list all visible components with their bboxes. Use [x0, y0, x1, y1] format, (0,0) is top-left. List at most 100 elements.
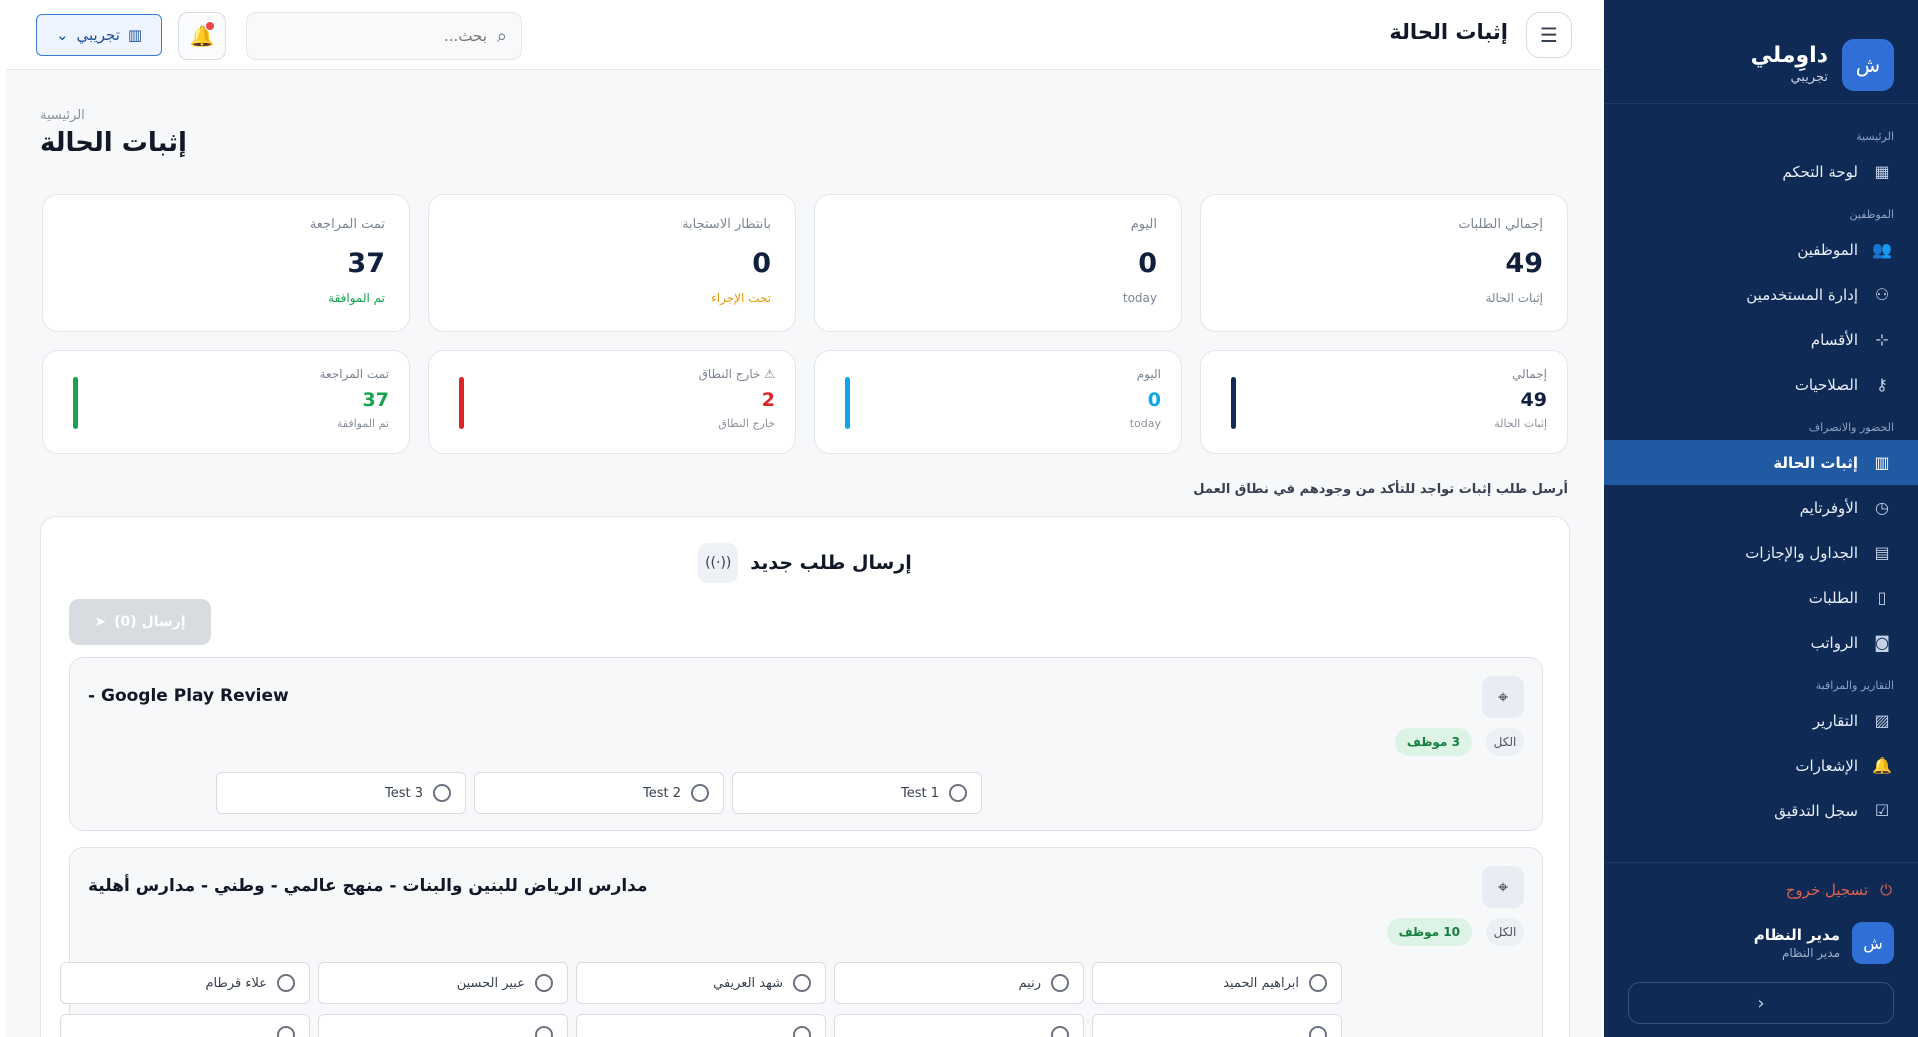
avatar: ش [1852, 922, 1894, 964]
sidebar-item-label: الطلبات [1808, 588, 1858, 607]
logout-label: تسجيل خروج [1785, 881, 1869, 899]
sitemap-icon: ⊹ [1875, 330, 1889, 349]
chevron-down-icon: ⌄ [55, 26, 69, 44]
employee-name: شهد العريفي [713, 975, 783, 991]
collapse-sidebar-button[interactable]: ‹ [1628, 982, 1894, 1024]
radio-icon [1051, 974, 1069, 992]
mini-card-total: إجمالي 49 إثبات الحالة [1200, 350, 1568, 454]
select-all-badge[interactable]: الكل [1486, 728, 1524, 756]
employee-option[interactable] [576, 1014, 826, 1037]
employee-option[interactable]: Test 1 [732, 772, 982, 814]
sidebar-item-audit-log[interactable]: ☑ سجل التدقيق [1604, 788, 1918, 833]
employee-option[interactable]: ابراهيم الحميد [1092, 962, 1342, 1004]
search-icon: ⌕ [496, 25, 507, 47]
mini-card-today: اليوم 0 today [814, 350, 1182, 454]
employee-name: Test 3 [384, 785, 423, 801]
location-group: ⌖ Google Play Review - الكل 3 موظف Test … [69, 657, 1543, 831]
radio-icon [793, 1026, 811, 1037]
sidebar-item-permissions[interactable]: ⚷ الصلاحيات [1604, 362, 1918, 407]
employee-option[interactable]: شهد العريفي [576, 962, 826, 1004]
employee-option[interactable]: Test 2 [474, 772, 724, 814]
sidebar-item-label: سجل التدقيق [1774, 801, 1858, 820]
sidebar-item-label: الصلاحيات [1794, 375, 1858, 394]
stat-label: اليوم [1130, 217, 1157, 232]
sidebar-item-overtime[interactable]: ◷ الأوفرتايم [1604, 485, 1918, 530]
select-all-badge[interactable]: الكل [1486, 918, 1524, 946]
grid-icon: ▦ [1874, 162, 1890, 181]
sidebar-item-salaries[interactable]: ◙ الرواتب [1604, 620, 1918, 665]
location-pin-icon[interactable]: ⌖ [1482, 676, 1524, 718]
sidebar-item-reports[interactable]: ▨ التقارير [1604, 698, 1918, 743]
brand[interactable]: ش داوِملي تجريبي [1604, 0, 1918, 104]
employee-option[interactable] [834, 1014, 1084, 1037]
brand-logo: ش [1842, 38, 1894, 91]
stat-value: 0 [1138, 248, 1157, 279]
notifications-button[interactable]: 🔔 [178, 12, 226, 60]
sidebar-item-label: الأقسام [1810, 330, 1858, 349]
employee-option[interactable] [60, 1014, 310, 1037]
sidebar-item-dashboard[interactable]: ▦ لوحة التحكم [1604, 149, 1918, 194]
mini-card-out-of-range: ⚠ خارج النطاق 2 خارج النطاق [428, 350, 796, 454]
sidebar-nav: الرئيسية ▦ لوحة التحكم الموظفين 👥 الموظف… [1604, 104, 1918, 833]
mini-bar [459, 377, 464, 429]
bar-chart-icon: ▥ [1874, 453, 1890, 472]
menu-button[interactable]: ☰ [1526, 12, 1572, 58]
mini-sub: today [1129, 417, 1161, 430]
search-box[interactable]: ⌕ [246, 12, 522, 60]
employee-option[interactable]: Test 3 [216, 772, 466, 814]
send-button[interactable]: إرسال (0) ➤ [69, 599, 211, 645]
radio-icon [1051, 1026, 1069, 1037]
employee-name: Test 1 [900, 785, 939, 801]
logout-button[interactable]: ⏻ تسجيل خروج [1604, 862, 1918, 899]
sidebar-item-label: الجداول والإجازات [1745, 543, 1858, 562]
employee-option[interactable] [318, 1014, 568, 1037]
sidebar-item-label: الرواتب [1810, 633, 1858, 652]
sidebar-item-label: لوحة التحكم [1782, 162, 1858, 181]
location-group: ⌖ مدارس الرياض للبنين والبنات - منهج عال… [60, 847, 1543, 1037]
sidebar-item-requests[interactable]: ▯ الطلبات [1604, 575, 1918, 620]
sidebar-item-employees[interactable]: 👥 الموظفين [1604, 227, 1918, 272]
sidebar-item-notifications[interactable]: 🔔 الإشعارات [1604, 743, 1918, 788]
stat-sub: إثبات الحالة [1485, 291, 1543, 305]
nav-section-title: التقارير والمراقبة [1815, 679, 1894, 692]
mini-bar [845, 377, 850, 429]
sidebar-item-user-management[interactable]: ⚇ إدارة المستخدمين [1604, 272, 1918, 317]
employee-option[interactable]: عبير الحسين [318, 962, 568, 1004]
mini-label: تمت المراجعة [319, 367, 389, 381]
chevron-left-icon: ‹ [1757, 992, 1765, 1014]
sidebar-item-status-proof[interactable]: ▥ إثبات الحالة [1604, 440, 1918, 485]
employee-option[interactable]: علاء قرطام [60, 962, 310, 1004]
mini-value: 0 [1147, 389, 1161, 411]
user-profile[interactable]: ش مدير النظام مدير النظام [1604, 922, 1918, 964]
brand-sub: تجريبي [1790, 70, 1828, 86]
mini-sub: خارج النطاق [718, 417, 775, 430]
employee-option[interactable]: رنيم [834, 962, 1084, 1004]
stat-value: 49 [1505, 248, 1543, 279]
employee-option[interactable] [1092, 1014, 1342, 1037]
nav-section-title: الموظفين [1849, 208, 1894, 221]
topbar: ☰ إثبات الحالة ⌕ 🔔 ▥ تجريبي ⌄ [6, 0, 1602, 70]
radio-icon [691, 784, 709, 802]
brand-name: داوِملي [1750, 42, 1828, 68]
stat-card-pending: بانتظار الاستجابة 0 تحت الإجراء [428, 194, 796, 332]
nav-section-title: الرئيسية [1856, 130, 1894, 143]
employee-name: ابراهيم الحميد [1223, 975, 1299, 991]
sidebar-item-schedules[interactable]: ▤ الجداول والإجازات [1604, 530, 1918, 575]
mini-label: ⚠ خارج النطاق [698, 367, 775, 381]
breadcrumb[interactable]: الرئيسية [40, 108, 85, 123]
stat-label: تمت المراجعة [309, 217, 385, 232]
mini-bar [73, 377, 78, 429]
location-pin-icon[interactable]: ⌖ [1482, 866, 1524, 908]
radio-icon [1309, 1026, 1327, 1037]
hamburger-icon: ☰ [1540, 23, 1558, 47]
users-icon: 👥 [1872, 240, 1892, 259]
sidebar-item-label: إدارة المستخدمين [1746, 285, 1858, 304]
search-input[interactable] [261, 27, 487, 45]
mini-card-reviewed: تمت المراجعة 37 تم الموافقة [42, 350, 410, 454]
company-selector[interactable]: ▥ تجريبي ⌄ [36, 14, 162, 56]
report-icon: ▨ [1874, 711, 1890, 730]
employee-name: علاء قرطام [205, 975, 267, 991]
sidebar-item-label: الإشعارات [1795, 756, 1858, 775]
sidebar-item-departments[interactable]: ⊹ الأقسام [1604, 317, 1918, 362]
employee-name: عبير الحسين [456, 975, 525, 991]
